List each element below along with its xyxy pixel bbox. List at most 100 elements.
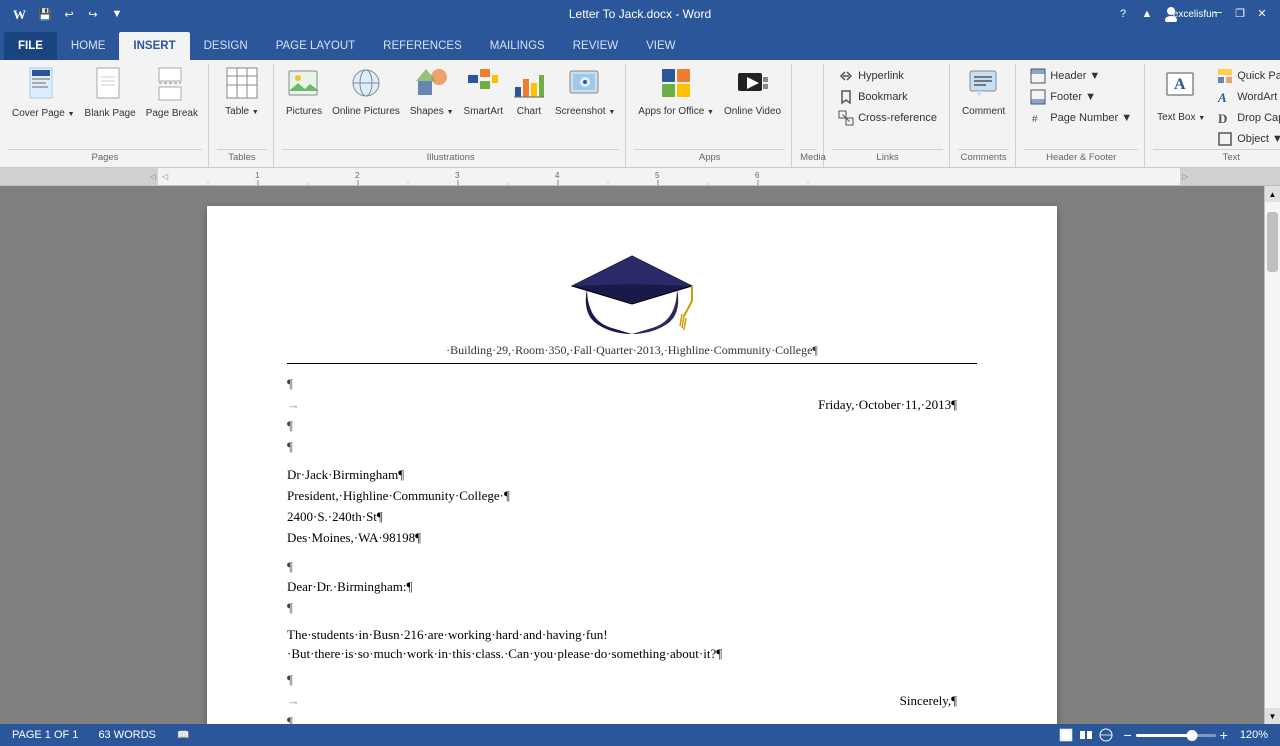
svg-text:W: W: [13, 7, 26, 22]
chart-label: Chart: [517, 106, 541, 118]
drop-cap-button[interactable]: D Drop Cap ▼: [1211, 108, 1280, 128]
tab-review[interactable]: REVIEW: [559, 32, 632, 60]
quick-parts-button[interactable]: Quick Parts >: [1211, 66, 1280, 86]
scroll-down-arrow[interactable]: ▼: [1265, 708, 1280, 724]
tab-view[interactable]: VIEW: [632, 32, 689, 60]
addr-2: President,·Highline·Community·College·¶: [287, 486, 977, 507]
cover-page-button[interactable]: Cover Page ▼: [8, 64, 79, 132]
help-button[interactable]: ?: [1112, 3, 1134, 25]
read-mode-view[interactable]: [1077, 726, 1095, 744]
comments-buttons: Comment: [958, 64, 1009, 149]
links-col: Hyperlink Bookmark C: [832, 64, 943, 128]
screenshot-label: Screenshot ▼: [555, 106, 615, 118]
para-3: ¶: [287, 437, 977, 458]
print-layout-view[interactable]: [1057, 726, 1075, 744]
tab-file[interactable]: FILE: [4, 32, 57, 60]
shapes-button[interactable]: Shapes ▼: [406, 64, 458, 132]
group-comments: Comment Comments: [952, 64, 1016, 167]
username-label: excelisfun: [1184, 3, 1206, 25]
word-count[interactable]: 63 WORDS: [94, 728, 159, 742]
scroll-thumb[interactable]: [1267, 212, 1278, 272]
ribbon-toggle[interactable]: ▲: [1136, 3, 1158, 25]
chart-icon: [513, 67, 545, 104]
screenshot-button[interactable]: Screenshot ▼: [551, 64, 619, 132]
document-body[interactable]: ¶ → Friday,·October·11,·2013¶ ¶ ¶ Dr·Jac…: [287, 374, 977, 724]
spell-check-icon[interactable]: 📖: [172, 726, 194, 745]
zoom-out-button[interactable]: −: [1123, 728, 1131, 742]
ribbon: FILE HOME INSERT DESIGN PAGE LAYOUT REFE…: [0, 28, 1280, 168]
vertical-scrollbar[interactable]: ▲ ▼: [1264, 186, 1280, 724]
hyperlink-button[interactable]: Hyperlink: [832, 66, 943, 86]
object-label: Object ▼: [1237, 133, 1280, 145]
status-bar: PAGE 1 OF 1 63 WORDS 📖: [0, 724, 1280, 746]
scroll-up-arrow[interactable]: ▲: [1265, 186, 1280, 202]
svg-text:3: 3: [455, 171, 460, 180]
shapes-icon: [416, 67, 448, 104]
svg-text:A: A: [1217, 90, 1227, 105]
comment-button[interactable]: Comment: [958, 64, 1009, 132]
tab-design[interactable]: DESIGN: [190, 32, 262, 60]
header-building-line: ·Building·29,·Room·350,·Fall·Quarter·201…: [287, 341, 977, 364]
group-header-footer: Header ▼ Footer ▼ # Page Number ▼: [1018, 64, 1145, 167]
window-title: Letter To Jack.docx - Word: [569, 7, 711, 21]
pages-group-label: Pages: [8, 149, 202, 165]
bookmark-button[interactable]: Bookmark: [832, 87, 943, 107]
hyperlink-label: Hyperlink: [858, 70, 904, 82]
tab-home[interactable]: HOME: [57, 32, 120, 60]
wordart-button[interactable]: A WordArt ▼: [1211, 87, 1280, 107]
page-number-button[interactable]: # Page Number ▼: [1024, 108, 1138, 128]
zoom-in-button[interactable]: +: [1220, 728, 1228, 742]
object-icon: [1217, 131, 1233, 147]
apps-office-button[interactable]: Apps for Office ▼: [634, 64, 718, 132]
zoom-level[interactable]: 120%: [1236, 728, 1272, 742]
zoom-thumb[interactable]: [1186, 730, 1197, 741]
zoom-slider-track[interactable]: [1136, 734, 1216, 737]
address-block: Dr·Jack·Birmingham¶ President,·Highline·…: [287, 465, 977, 548]
apps-buttons: Apps for Office ▼ Online Video: [634, 64, 785, 149]
blank-page-label: Blank Page: [85, 108, 136, 120]
scroll-track[interactable]: [1265, 202, 1280, 708]
save-button[interactable]: 💾: [34, 3, 56, 25]
minimize-button[interactable]: ─: [1208, 3, 1228, 23]
close-button[interactable]: ✕: [1252, 3, 1272, 23]
footer-button[interactable]: Footer ▼: [1024, 87, 1138, 107]
media-group-label: Media: [800, 149, 817, 165]
tab-mailings[interactable]: MAILINGS: [476, 32, 559, 60]
web-layout-view[interactable]: [1097, 726, 1115, 744]
pictures-button[interactable]: Pictures: [282, 64, 326, 132]
table-button[interactable]: Table ▼: [217, 64, 267, 132]
graduation-cap-image: [562, 246, 702, 341]
undo-button[interactable]: ↩: [58, 3, 80, 25]
chart-button[interactable]: Chart: [509, 64, 549, 132]
smartart-label: SmartArt: [464, 106, 503, 118]
object-button[interactable]: Object ▼: [1211, 129, 1280, 149]
svg-text:4: 4: [555, 171, 560, 180]
redo-button[interactable]: ↪: [82, 3, 104, 25]
group-media: Media: [794, 64, 824, 167]
smartart-button[interactable]: SmartArt: [460, 64, 507, 132]
header-button[interactable]: Header ▼: [1024, 66, 1138, 86]
tab-references[interactable]: REFERENCES: [369, 32, 476, 60]
date-line: → Friday,·October·11,·2013¶: [287, 395, 977, 416]
tab-insert[interactable]: INSERT: [119, 32, 189, 60]
quick-access-dropdown[interactable]: ▼: [106, 3, 128, 25]
para-4: ¶: [287, 557, 977, 578]
hyperlink-icon: [838, 68, 854, 84]
cross-reference-button[interactable]: Cross-reference: [832, 108, 943, 128]
header-footer-buttons: Header ▼ Footer ▼ # Page Number ▼: [1024, 64, 1138, 149]
online-pictures-icon: [350, 67, 382, 104]
text-box-button[interactable]: A Text Box ▼: [1153, 64, 1209, 132]
quick-parts-icon: [1217, 68, 1233, 84]
zoom-control[interactable]: − +: [1123, 728, 1227, 742]
blank-page-button[interactable]: Blank Page: [81, 64, 140, 132]
para-2: ¶: [287, 416, 977, 437]
tab-page-layout[interactable]: PAGE LAYOUT: [262, 32, 369, 60]
page-count[interactable]: PAGE 1 OF 1: [8, 728, 82, 742]
group-tables: Table ▼ Tables: [211, 64, 274, 167]
restore-button[interactable]: ❐: [1230, 3, 1250, 23]
online-pictures-button[interactable]: Online Pictures: [328, 64, 404, 132]
page-break-button[interactable]: Page Break: [142, 64, 202, 132]
links-group-label: Links: [832, 149, 943, 165]
online-video-button[interactable]: Online Video: [720, 64, 785, 132]
apps-office-label: Apps for Office ▼: [638, 106, 714, 118]
